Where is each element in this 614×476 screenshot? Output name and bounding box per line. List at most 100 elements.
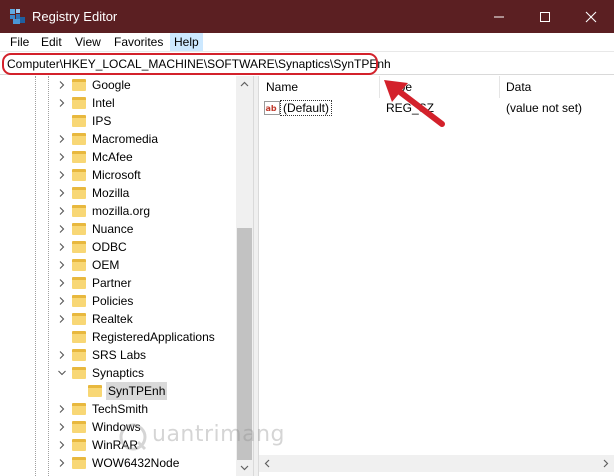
tree-item[interactable]: Synaptics <box>0 364 236 382</box>
tree-item[interactable]: Partner <box>0 274 236 292</box>
scroll-up-icon[interactable] <box>236 76 253 93</box>
chevron-right-icon[interactable] <box>57 458 67 468</box>
folder-icon <box>72 115 86 127</box>
tree-item-label: Realtek <box>92 312 133 326</box>
tree-item[interactable]: Macromedia <box>0 130 236 148</box>
tree-vertical-scrollbar[interactable] <box>236 76 253 476</box>
tree-item[interactable]: Mozilla <box>0 184 236 202</box>
tree-item[interactable]: TechSmith <box>0 400 236 418</box>
tree-item[interactable]: SRS Labs <box>0 346 236 364</box>
maximize-button[interactable] <box>522 0 568 33</box>
menu-favorites[interactable]: Favorites <box>110 33 167 51</box>
tree-item[interactable]: mozilla.org <box>0 202 236 220</box>
chevron-right-icon[interactable] <box>57 242 67 252</box>
chevron-right-icon[interactable] <box>57 422 67 432</box>
tree-item-label: OEM <box>92 258 120 272</box>
chevron-right-icon[interactable] <box>57 224 67 234</box>
chevron-right-icon[interactable] <box>57 188 67 198</box>
window-title: Registry Editor <box>32 9 118 24</box>
chevron-right-icon[interactable] <box>57 296 67 306</box>
address-bar[interactable]: Computer\HKEY_LOCAL_MACHINE\SOFTWARE\Syn… <box>0 51 614 75</box>
folder-icon <box>72 457 86 469</box>
folder-icon <box>72 151 86 163</box>
chevron-right-icon[interactable] <box>57 404 67 414</box>
string-value-icon: ab <box>264 101 280 115</box>
tree-item[interactable]: Realtek <box>0 310 236 328</box>
value-data: (value not set) <box>506 101 583 115</box>
scroll-right-icon[interactable] <box>597 455 614 472</box>
registry-editor-icon <box>10 9 25 24</box>
watermark-text: uantrimang <box>152 422 285 447</box>
chevron-right-icon[interactable] <box>57 134 67 144</box>
tree-item-label: Synaptics <box>92 366 145 380</box>
folder-icon <box>72 349 86 361</box>
chevron-right-icon[interactable] <box>57 440 67 450</box>
values-list[interactable]: Name Type Data ab (Default) REG_SZ (valu… <box>259 76 614 476</box>
folder-icon <box>72 403 86 415</box>
tree-item-label: Google <box>92 78 131 92</box>
menu-file[interactable]: File <box>6 33 33 51</box>
tree-item[interactable]: Intel <box>0 94 236 112</box>
tree-item[interactable]: ODBC <box>0 238 236 256</box>
column-header-data[interactable]: Data <box>499 76 614 98</box>
scroll-down-icon[interactable] <box>236 459 253 476</box>
chevron-right-icon[interactable] <box>57 80 67 90</box>
chevron-right-icon[interactable] <box>57 152 67 162</box>
folder-icon <box>72 331 86 343</box>
chevron-right-icon[interactable] <box>57 350 67 360</box>
menu-help[interactable]: Help <box>170 33 203 51</box>
folder-icon <box>72 367 86 379</box>
value-name[interactable]: (Default) <box>280 100 333 116</box>
close-button[interactable] <box>568 0 614 33</box>
tree-item[interactable]: Policies <box>0 292 236 310</box>
folder-icon <box>72 169 86 181</box>
chevron-right-icon[interactable] <box>57 170 67 180</box>
folder-icon <box>72 187 86 199</box>
tree-item[interactable]: OEM <box>0 256 236 274</box>
tree-item-label: Mozilla <box>92 186 130 200</box>
tree-item[interactable]: Nuance <box>0 220 236 238</box>
registry-editor-window: Registry Editor File Edit View Favorites… <box>0 0 614 476</box>
chevron-right-icon[interactable] <box>57 314 67 324</box>
tree-item-label: Partner <box>92 276 132 290</box>
tree-item-label: TechSmith <box>92 402 149 416</box>
tree-item[interactable]: Microsoft <box>0 166 236 184</box>
key-tree[interactable]: Google Intel IPS Macromedia McAfee Microsoft M… <box>0 76 253 476</box>
tree-item[interactable]: SynTPEnh <box>0 382 236 400</box>
minimize-button[interactable] <box>476 0 522 33</box>
tree-item[interactable]: McAfee <box>0 148 236 166</box>
folder-icon <box>72 439 86 451</box>
menu-edit[interactable]: Edit <box>37 33 66 51</box>
folder-icon <box>72 79 86 91</box>
folder-icon <box>72 421 86 433</box>
folder-icon <box>72 205 86 217</box>
tree-item-label: SynTPEnh <box>106 382 168 400</box>
tree-item[interactable]: RegisteredApplications <box>0 328 236 346</box>
folder-icon <box>72 223 86 235</box>
tree-item[interactable]: IPS <box>0 112 236 130</box>
menu-view[interactable]: View <box>71 33 105 51</box>
svg-text:ab: ab <box>266 104 277 113</box>
chevron-right-icon[interactable] <box>57 260 67 270</box>
tree-item-label: McAfee <box>92 150 133 164</box>
title-bar[interactable]: Registry Editor <box>0 0 614 33</box>
folder-icon <box>88 385 102 397</box>
tree-item[interactable]: Google <box>0 76 236 94</box>
close-icon <box>585 11 597 23</box>
tree-item-label: Microsoft <box>92 168 141 182</box>
chevron-right-icon[interactable] <box>57 206 67 216</box>
folder-icon <box>72 133 86 145</box>
folder-icon <box>72 259 86 271</box>
folder-icon <box>72 241 86 253</box>
minimize-icon <box>494 16 504 18</box>
tree-item-label: RegisteredApplications <box>92 330 215 344</box>
chevron-right-icon[interactable] <box>57 278 67 288</box>
tree-item-label: Nuance <box>92 222 134 236</box>
folder-icon <box>72 313 86 325</box>
tree-item-label: IPS <box>92 114 112 128</box>
menu-bar: File Edit View Favorites Help <box>0 33 614 51</box>
column-header-name[interactable]: Name <box>259 76 379 98</box>
folder-icon <box>72 277 86 289</box>
chevron-down-icon[interactable] <box>57 368 67 378</box>
chevron-right-icon[interactable] <box>57 98 67 108</box>
